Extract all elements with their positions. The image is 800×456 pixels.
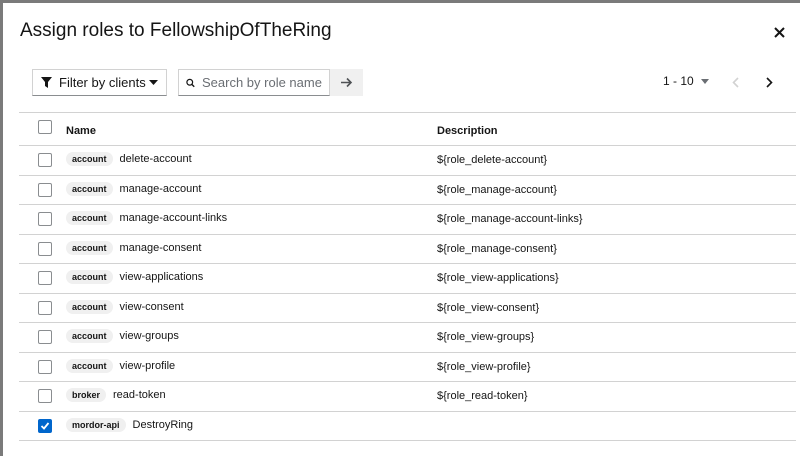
client-badge: account [66,240,113,255]
caret-down-icon [700,78,709,84]
table-row: account view-consent ${role_view-consent} [19,294,796,323]
row-checkbox[interactable] [38,389,52,403]
table-row: account view-profile ${role_view-profile} [19,353,796,382]
row-checkbox[interactable] [38,241,52,256]
role-name-cell: account manage-account-links [66,211,227,225]
role-name-cell: account view-consent [66,299,184,314]
select-all-checkbox[interactable] [38,120,52,134]
chevron-right-icon [765,76,773,88]
role-description: ${role_read-token} [437,390,528,402]
caret-down-icon [149,80,158,85]
role-name-cell: account view-groups [66,329,179,343]
search-input[interactable] [202,75,322,90]
table-row: broker read-token ${role_read-token} [19,382,796,412]
row-checkbox[interactable] [38,330,52,344]
client-badge: account [66,358,113,373]
table-row: account delete-account ${role_delete-accou… [19,146,796,176]
row-checkbox[interactable] [38,182,52,197]
close-icon [773,26,785,38]
column-header-description: Description [437,125,498,137]
role-name: manage-account-links [119,212,228,224]
client-badge: account [66,181,113,196]
role-name: view-groups [119,330,179,342]
modal-title: Assign roles to FellowshipOfTheRing [20,20,332,41]
search-icon [186,78,195,87]
assign-roles-modal: Assign roles to FellowshipOfTheRing Filt… [3,3,800,456]
role-description: ${role_manage-consent} [437,242,557,255]
client-badge: mordor-api [66,417,126,432]
role-description: ${role_view-profile} [437,360,531,373]
next-page-button[interactable] [760,73,778,91]
table-row: account view-applications ${role_view-appl… [19,264,796,294]
pagination-range-dropdown[interactable]: 1 - 10 [663,74,709,88]
client-badge: account [66,211,113,225]
filter-label: Filter by clients [59,75,146,90]
client-badge: broker [66,388,107,402]
role-description: ${role_view-groups} [437,331,535,343]
table-row: account manage-consent ${role_manage-conse… [19,235,796,264]
client-badge: account [66,299,113,314]
role-name: delete-account [119,153,192,165]
search-submit-button[interactable] [330,69,363,96]
role-name-cell: account manage-account [66,181,202,196]
row-checkbox[interactable] [38,271,52,285]
previous-page-button[interactable] [726,73,744,91]
role-description: ${role_view-applications} [437,272,559,284]
role-name: view-consent [119,300,184,313]
client-badge: account [66,329,113,343]
role-name-cell: account delete-account [66,152,192,166]
filter-by-clients-dropdown[interactable]: Filter by clients [32,69,167,96]
role-name-cell: account view-profile [66,358,176,373]
search-field [178,69,330,96]
role-description: ${role_manage-account} [437,183,557,196]
role-name: view-applications [119,271,204,283]
row-checkbox[interactable] [38,418,52,433]
role-name-cell: account manage-consent [66,240,202,255]
client-badge: account [66,270,113,284]
chevron-left-icon [731,76,739,88]
filter-icon [41,77,52,88]
role-description: ${role_view-consent} [437,301,540,314]
client-badge: account [66,152,113,166]
column-header-name: Name [66,125,96,137]
role-name-cell: account view-applications [66,270,203,284]
arrow-right-icon [340,77,352,88]
row-checkbox[interactable] [38,300,52,315]
pagination-range-label: 1 - 10 [663,74,694,88]
role-name: DestroyRing [132,418,194,431]
role-description: ${role_manage-account-links} [437,213,583,225]
role-name: manage-account [119,182,202,195]
roles-table: Name Description account delete-account ${… [19,112,796,441]
row-checkbox[interactable] [38,359,52,374]
table-row: account view-groups ${role_view-groups} [19,323,796,353]
table-row: account manage-account ${role_manage-accou… [19,176,796,205]
close-button[interactable] [770,23,788,41]
role-name: manage-consent [119,241,202,254]
role-name: read-token [113,389,166,401]
table-header: Name Description [19,112,796,146]
table-row: mordor-api DestroyRing [19,412,796,441]
checkmark-icon [40,421,50,430]
row-checkbox[interactable] [38,212,52,226]
table-row: account manage-account-links ${role_manage… [19,205,796,235]
role-name-cell: broker read-token [66,388,166,402]
row-checkbox[interactable] [38,153,52,167]
role-name-cell: mordor-api DestroyRing [66,417,194,432]
role-name: view-profile [119,359,176,372]
role-description: ${role_delete-account} [437,154,548,166]
